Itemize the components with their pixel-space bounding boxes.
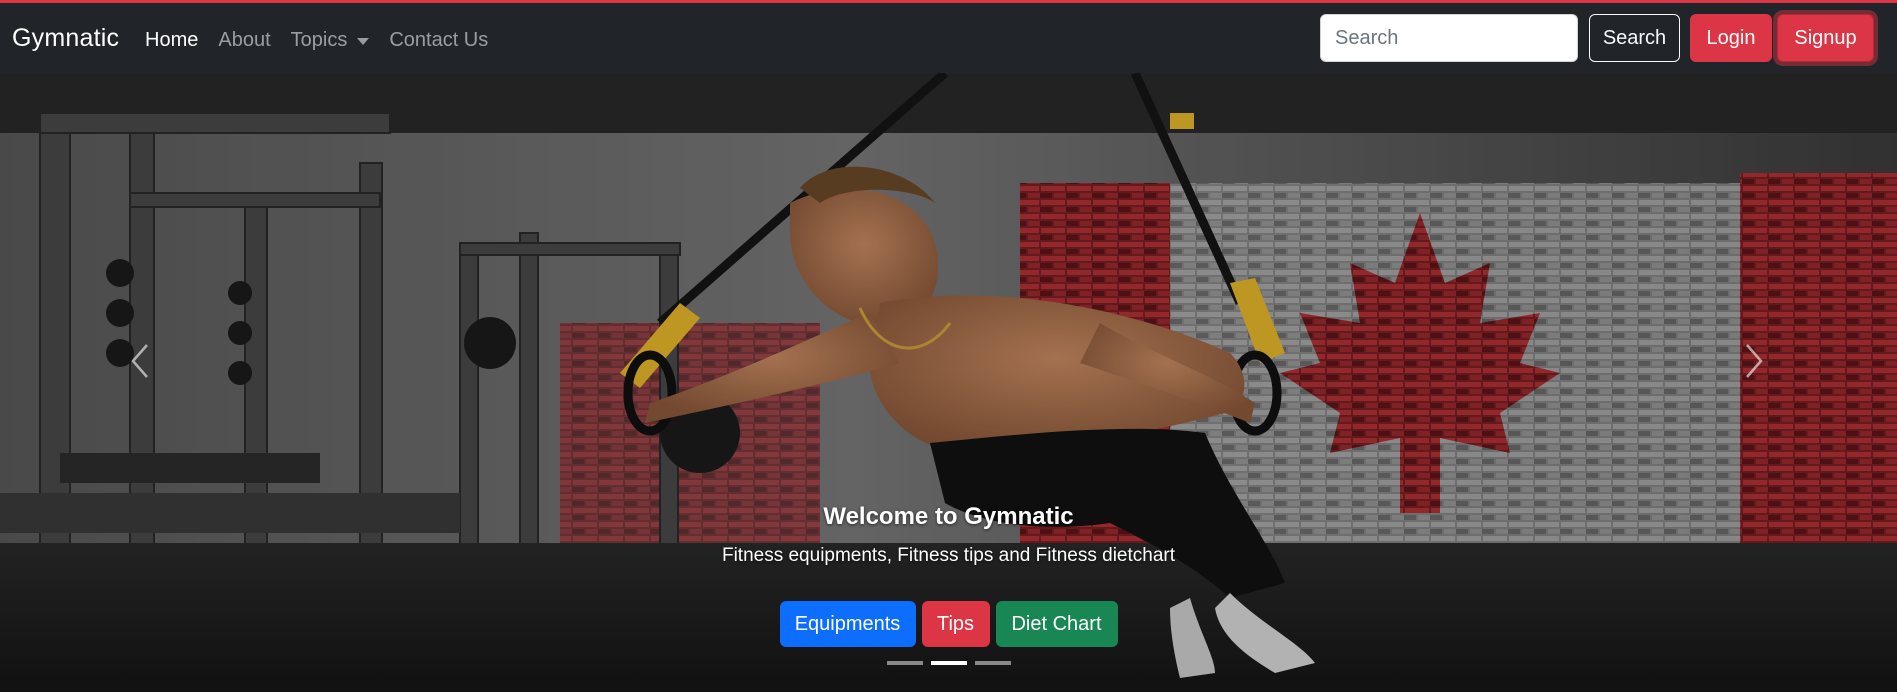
signup-button[interactable]: Signup (1777, 14, 1874, 62)
carousel-subtitle: Fitness equipments, Fitness tips and Fit… (721, 545, 1176, 566)
nav-link-topics-label: Topics (290, 29, 348, 51)
carousel-indicator-1[interactable] (886, 661, 923, 665)
hero-carousel: Welcome to Gymnatic Fitness equipments, … (0, 73, 1897, 692)
carousel-next-button[interactable] (1734, 331, 1774, 391)
search-button[interactable]: Search (1589, 14, 1680, 62)
carousel-cta-buttons: Equipments Tips Diet Chart (0, 601, 1897, 647)
chevron-right-icon (1746, 344, 1763, 378)
navbar: Gymnatic Home About Topics Contact Us Se… (0, 3, 1897, 73)
search-input[interactable] (1320, 14, 1578, 62)
nav-link-about[interactable]: About (218, 29, 270, 52)
login-button[interactable]: Login (1690, 14, 1772, 62)
carousel-indicators (0, 661, 1897, 665)
equipments-button[interactable]: Equipments (779, 601, 916, 647)
tips-button[interactable]: Tips (921, 601, 990, 647)
carousel-indicator-2[interactable] (930, 661, 967, 665)
carousel-caption: Welcome to Gymnatic Fitness equipments, … (0, 503, 1897, 567)
carousel-slide-image (0, 73, 1897, 692)
nav-link-home[interactable]: Home (145, 29, 198, 52)
carousel-prev-button[interactable] (120, 331, 160, 391)
diet-chart-button[interactable]: Diet Chart (995, 601, 1118, 647)
carousel-title: Welcome to Gymnatic (823, 503, 1074, 530)
nav-link-contact[interactable]: Contact Us (389, 29, 488, 52)
brand-logo[interactable]: Gymnatic (12, 24, 119, 53)
carousel-indicator-3[interactable] (974, 661, 1011, 665)
caret-down-icon (357, 38, 370, 45)
nav-links: Home About Topics Contact Us (145, 29, 508, 52)
nav-link-topics-dropdown[interactable]: Topics (291, 29, 370, 52)
chevron-left-icon (131, 344, 148, 378)
